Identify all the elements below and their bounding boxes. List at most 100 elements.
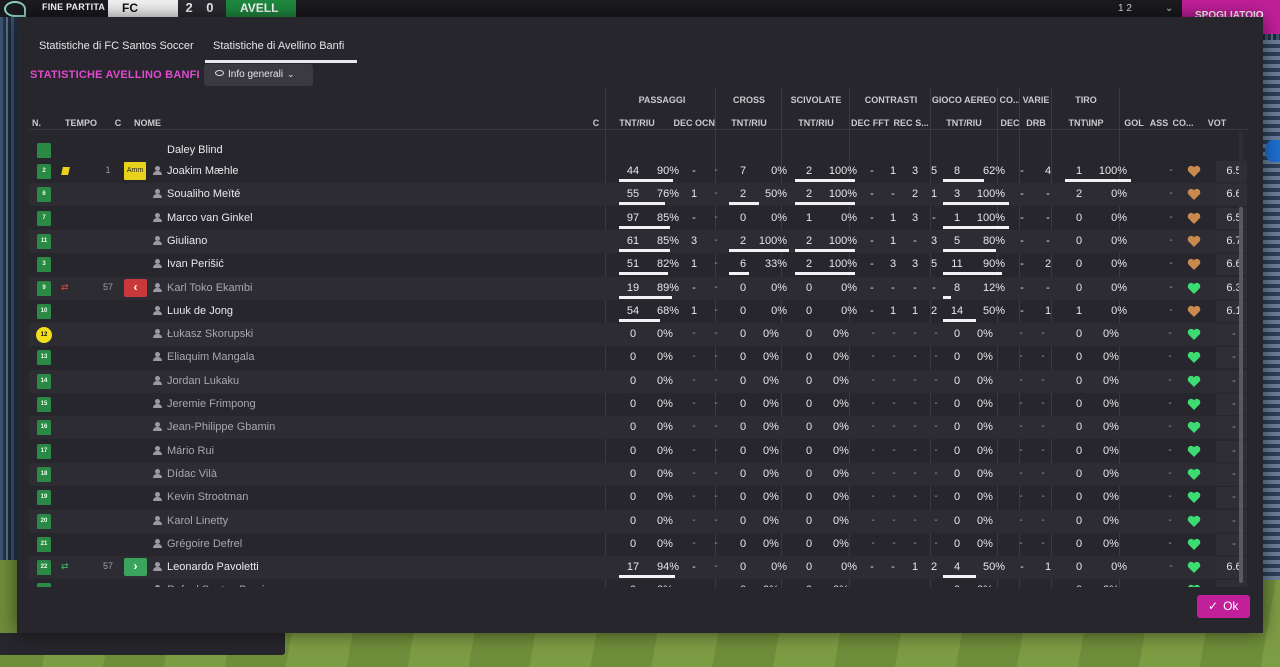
column-header-vot[interactable]: VOT — [1199, 118, 1235, 128]
tab-avellino[interactable]: Statistiche di Avellino Banfi — [213, 40, 344, 52]
chevron-down-icon[interactable]: ⌄ — [1165, 3, 1173, 14]
column-header-tiro-tnt[interactable]: TNT\INP — [1053, 118, 1119, 128]
table-row-partial[interactable]: Daley Blind — [29, 139, 1247, 162]
table-row[interactable]: 15 Jeremie Frimpong 0 0% 0 0% 0 0% 0 0% 0 0% - - - - - - -… — [29, 393, 1247, 416]
column-header-n[interactable]: N. — [32, 118, 46, 128]
player-name[interactable]: Mário Rui — [167, 445, 407, 457]
column-header-tempo[interactable]: TEMPO — [65, 118, 97, 128]
con-rec: - — [913, 398, 917, 409]
column-header-ass[interactable]: ASS — [1148, 118, 1170, 128]
column-header-varie-drb[interactable]: DRB — [1021, 118, 1051, 128]
cross-pct: 0% — [757, 584, 785, 587]
player-name[interactable]: Jeremie Frimpong — [167, 398, 407, 410]
table-row[interactable]: 2 1 Amm Joakim Mæhle 44 90% - - 7 0% 2 100% - 1 3 5 8 62%… — [29, 160, 1247, 183]
player-name[interactable]: Karol Linetty — [167, 515, 407, 527]
column-header-nome[interactable]: NOME — [134, 118, 174, 128]
table-row[interactable]: 3 Ivan Perišić 51 82% 1-6 33% 2 100% -3 3 5 11 90% -2… — [29, 253, 1247, 276]
table-row[interactable]: 17 Mário Rui 0 0% 0 0% 0 0% 0 0% 0 0% - - - - - - - - - - — [29, 440, 1247, 463]
table-row[interactable]: 10 Luuk de Jong 54 68% 1-0 0% 0 0% -1 1 2 14 50% -1 1 0… — [29, 300, 1247, 323]
column-header-pass-ocn[interactable]: OCN — [694, 118, 716, 128]
column-header-cross-tnt[interactable]: TNT/RIU — [717, 118, 781, 128]
player-name[interactable]: Dídac Vilà — [167, 468, 407, 480]
table-row[interactable]: 14 Jordan Lukaku 0 0% 0 0% 0 0% 0 0% 0 0% - - - - - - - - - - — [29, 369, 1247, 393]
event-minute: 57 — [102, 561, 113, 572]
column-header-pass-dec[interactable]: DEC — [672, 118, 694, 128]
table-row[interactable]: 7 Marco van Ginkel 97 85% - -0 0% 1 0% -1 3-1 100% -… — [29, 207, 1247, 230]
player-name[interactable]: Karl Toko Ekambi — [167, 282, 407, 294]
player-name[interactable]: Rafael Santos Borré — [167, 584, 407, 587]
column-header-gol[interactable]: GOL — [1121, 118, 1147, 128]
column-header-con-rec[interactable]: REC — [893, 118, 913, 128]
con-rec: - — [913, 444, 917, 456]
column-header-co2[interactable]: CO... — [1171, 118, 1195, 128]
player-name[interactable]: Jean-Philippe Gbamin — [167, 421, 407, 433]
scrollbar-thumb[interactable] — [1239, 207, 1243, 583]
sub-out-arrow-icon: ‹ — [124, 278, 147, 297]
table-row[interactable]: 6 Soualiho Meïté 55 76% 1-2 50% 2 100% - -2 1 3 100%… — [29, 183, 1247, 207]
player-name[interactable]: Grégoire Defrel — [167, 538, 407, 550]
pass-pct: 0% — [657, 374, 673, 387]
yellow-card-icon — [61, 167, 70, 175]
cross-pct: 0% — [763, 537, 779, 550]
cross-attempts: 0 — [739, 444, 747, 457]
table-row[interactable]: 20 Karol Linetty 0 0% 0 0% 0 0% 0 0% 0 0% - - - - - - - - - - — [29, 509, 1247, 533]
column-header-sciv-tnt[interactable]: TNT/RIU — [783, 118, 849, 128]
aerial-attempts: 0 — [953, 491, 961, 504]
aerial-pct: 12% — [982, 281, 1005, 294]
shot-attempts: 0 — [1075, 561, 1083, 574]
player-name[interactable]: Kevin Strootman — [167, 491, 407, 503]
con-rec: - — [913, 467, 917, 479]
drb: - — [1041, 444, 1045, 456]
table-row[interactable]: 9 ⇄ 57 ‹ Karl Toko Ekambi 19 89% - -0 0% 0 0% - - - -8 1… — [29, 276, 1247, 300]
aerial-attempts: 0 — [953, 537, 961, 550]
tackle-pct: 0% — [841, 561, 857, 574]
player-name[interactable]: Łukasz Skorupski — [167, 328, 407, 340]
column-header-c2[interactable]: C — [590, 118, 602, 128]
con-fft: - — [884, 584, 904, 587]
column-header-pass-tnt[interactable]: TNT/RIU — [607, 118, 667, 128]
player-name[interactable]: Luuk de Jong — [167, 305, 407, 317]
club-logo-icon — [4, 1, 26, 17]
table-row[interactable]: 11 Giuliano 61 85% 3-2 100% 2 100% -1-3 5 80% - -0 0%… — [29, 229, 1247, 253]
table-row[interactable]: 13 Eliaquim Mangala 0 0% 0 0% 0 0% 0 0% 0 0% - - - - - - -… — [29, 346, 1247, 369]
column-header-con-fft[interactable]: FFT — [872, 118, 890, 128]
view-dropdown[interactable]: Info generali ⌄ — [204, 64, 313, 86]
table-row[interactable]: 18 Dídac Vilà 0 0% 0 0% 0 0% 0 0% 0 0% - - - - - - - - - - — [29, 462, 1247, 486]
player-name[interactable]: Ivan Perišić — [167, 258, 407, 270]
away-team: AVELL — [226, 0, 296, 17]
shirt-number-icon: 13 — [37, 350, 51, 366]
player-name[interactable]: Marco van Ginkel — [167, 212, 407, 224]
table-row[interactable]: 22 ⇄ 57 › Leonardo Pavoletti 17 94% - -0 0% 0 0% - -1… — [29, 556, 1247, 580]
condition-heart-icon — [1187, 165, 1201, 177]
tackle-pct: 0% — [833, 467, 849, 480]
player-name[interactable]: Leonardo Pavoletti — [167, 561, 407, 573]
table-row[interactable]: 23Rafael Santos Borré00%00%00%00%00%----… — [29, 579, 1247, 587]
tab-fc-santos[interactable]: Statistiche di FC Santos Soccer — [39, 40, 194, 52]
drb: - — [1046, 211, 1050, 224]
ok-button[interactable]: ✓ Ok — [1197, 595, 1250, 618]
shot-pct: 0% — [1111, 281, 1127, 294]
player-name[interactable]: Eliaquim Mangala — [167, 351, 407, 363]
table-row[interactable]: 21 Grégoire Defrel 0 0% 0 0% 0 0% 0 0% 0 0% - - - - - - - -… — [29, 533, 1247, 556]
co-dec: - — [1020, 165, 1024, 177]
player-name[interactable]: Giuliano — [167, 235, 407, 247]
shirt-number-icon: 10 — [37, 303, 51, 319]
check-icon: ✓ — [1208, 599, 1219, 613]
table-row[interactable]: 16 Jean-Philippe Gbamin 0 0% 0 0% 0 0% 0 0% 0 0% - - -… — [29, 416, 1247, 440]
tackle-attempts: 0 — [805, 467, 813, 480]
column-header-c[interactable]: C — [112, 118, 124, 128]
player-name[interactable]: Jordan Lukaku — [167, 375, 407, 387]
aerial-attempts: 0 — [953, 444, 961, 457]
con-s: 3 — [930, 234, 938, 247]
person-icon — [153, 189, 162, 199]
column-header-aer-tnt[interactable]: TNT/RIU — [931, 118, 997, 128]
player-name[interactable]: Soualiho Meïté — [167, 188, 407, 200]
table-row[interactable]: 19 Kevin Strootman 0 0% 0 0% 0 0% 0 0% 0 0% - - - - - - - -… — [29, 486, 1247, 509]
drb: - — [1041, 421, 1045, 433]
column-header-con-dec[interactable]: DEC — [851, 118, 870, 128]
person-icon — [153, 352, 162, 362]
player-name[interactable]: Joakim Mæhle — [167, 165, 407, 177]
column-header-co-dec[interactable]: DEC — [999, 118, 1021, 128]
table-row[interactable]: 12 Łukasz Skorupski 0 0% 0 0% 0 0% 0 0% 0 0% - - - - - - -… — [29, 323, 1247, 347]
column-header-con-s[interactable]: S... — [914, 118, 930, 128]
